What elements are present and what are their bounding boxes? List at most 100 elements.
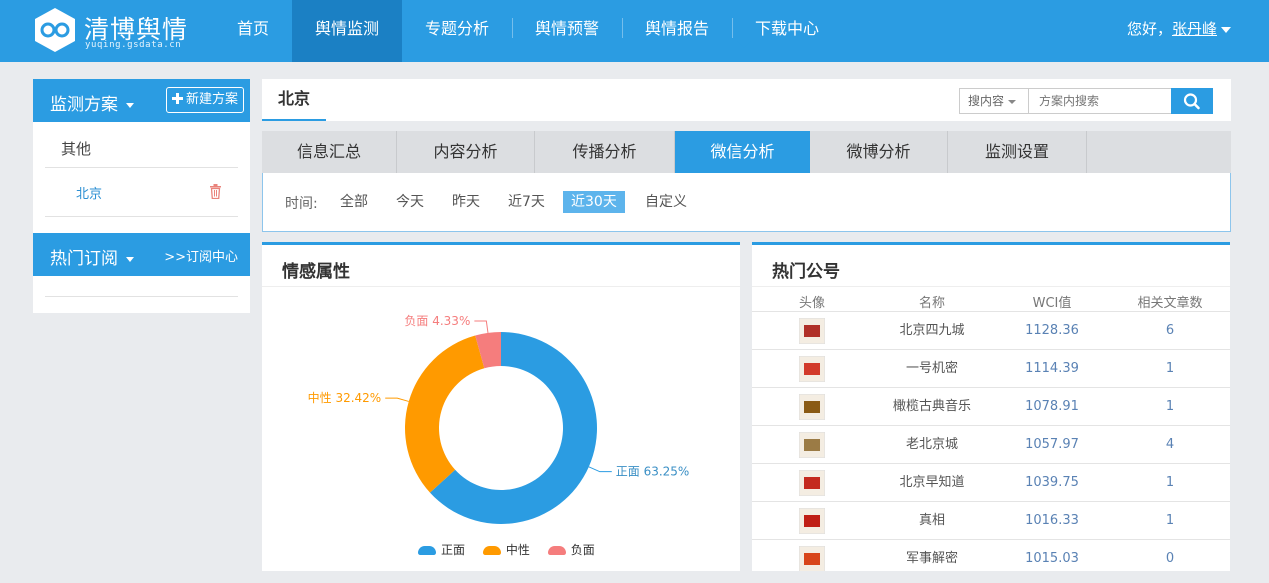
filter-all[interactable]: 全部 (338, 191, 370, 213)
tab-wechat-analysis[interactable]: 微信分析 (675, 131, 810, 173)
account-article-count[interactable]: 6 (1120, 312, 1220, 350)
brand-logo[interactable]: 清博舆情 yuqing.gsdata.cn (32, 7, 192, 55)
label-negative: 负面 4.33% (404, 314, 470, 328)
filter-30days[interactable]: 近30天 (563, 191, 625, 213)
avatar-yihao-jimi-icon[interactable] (799, 356, 825, 382)
chevron-down-icon (1221, 26, 1231, 33)
trash-icon[interactable] (209, 184, 222, 199)
hot-subscribe-list (33, 276, 250, 313)
legend-item-negative[interactable]: 负面 (547, 543, 595, 557)
account-wci: 1039.75 (1025, 475, 1079, 490)
logo-mark-icon (35, 8, 75, 52)
account-wci: 1015.03 (1025, 551, 1079, 566)
monitor-plan-title: 监测方案 (50, 95, 118, 115)
table-row[interactable]: 真相 1016.33 1 (752, 501, 1230, 539)
account-name[interactable]: 老北京城 (882, 426, 982, 464)
table-row[interactable]: 军事解密 1015.03 0 (752, 539, 1230, 571)
column-header-wci: WCI值 (1032, 296, 1072, 311)
account-article-count[interactable]: 1 (1120, 502, 1220, 540)
avatar-beijing-zaozhidao-icon[interactable] (799, 470, 825, 496)
nav-item-home[interactable]: 首页 (214, 0, 292, 62)
slice-neutral[interactable] (405, 335, 485, 493)
table-row[interactable]: 橄榄古典音乐 1078.91 1 (752, 387, 1230, 425)
hot-accounts-panel: 热门公号 头像 名称 WCI值 相关文章数 北京四九城 1128.36 6 一号机密 1… (752, 242, 1230, 571)
avatar-junshi-jiemi-icon[interactable] (799, 546, 825, 571)
account-name[interactable]: 橄榄古典音乐 (882, 388, 982, 426)
nav-item-download[interactable]: 下载中心 (732, 0, 842, 62)
account-name[interactable]: 北京早知道 (882, 464, 982, 502)
account-article-count[interactable]: 0 (1120, 540, 1220, 571)
monitor-plan-header: 监测方案 新建方案 (33, 79, 250, 122)
tab-content-analysis[interactable]: 内容分析 (397, 131, 535, 173)
account-wci: 1057.97 (1025, 437, 1079, 452)
plan-group-label: 其他 (61, 140, 92, 158)
chevron-down-icon (126, 256, 134, 262)
hot-accounts-panel-title: 热门公号 (772, 262, 840, 282)
legend-item-neutral[interactable]: 中性 (482, 543, 530, 557)
filter-7days[interactable]: 近7天 (506, 191, 547, 213)
column-header-name: 名称 (918, 296, 945, 311)
sentiment-donut-chart[interactable]: 正面 63.25% 中性 32.42% 负面 4.33% (262, 289, 740, 529)
table-row[interactable]: 北京早知道 1039.75 1 (752, 463, 1230, 501)
account-name[interactable]: 北京四九城 (882, 312, 982, 350)
divider (262, 286, 740, 287)
account-wci: 1128.36 (1025, 323, 1079, 338)
account-name[interactable]: 一号机密 (882, 350, 982, 388)
legend-swatch-negative (547, 546, 566, 555)
search-input[interactable] (1028, 88, 1172, 114)
search-type-label: 搜内容 (968, 94, 1005, 108)
hot-subscribe-title: 热门订阅 (50, 249, 118, 269)
user-greeting: 您好， (1126, 20, 1172, 38)
chevron-down-icon (126, 102, 134, 108)
tab-summary[interactable]: 信息汇总 (262, 131, 397, 173)
plus-icon (171, 93, 183, 104)
account-article-count[interactable]: 1 (1120, 350, 1220, 388)
nav-item-report[interactable]: 舆情报告 (622, 0, 732, 62)
account-name[interactable]: 真相 (882, 502, 982, 540)
nav-item-topic[interactable]: 专题分析 (402, 0, 512, 62)
subscribe-center-link[interactable]: >>订阅中心 (164, 246, 238, 265)
tab-spread-analysis[interactable]: 传播分析 (535, 131, 675, 173)
nav-item-alert[interactable]: 舆情预警 (512, 0, 622, 62)
plan-item-beijing[interactable]: 北京 (76, 183, 102, 202)
search-type-dropdown[interactable]: 搜内容 (959, 88, 1028, 114)
chart-legend: 正面 中性 负面 (418, 541, 595, 558)
user-menu[interactable]: 您好，张丹峰 (1127, 18, 1231, 39)
tab-monitor-settings[interactable]: 监测设置 (948, 131, 1087, 173)
account-article-count[interactable]: 1 (1120, 388, 1220, 426)
tab-weibo-analysis[interactable]: 微博分析 (810, 131, 948, 173)
avatar-lao-beijing-icon[interactable] (799, 432, 825, 458)
page-title: 北京 (262, 79, 326, 121)
account-article-count[interactable]: 4 (1120, 426, 1220, 464)
account-article-count[interactable]: 1 (1120, 464, 1220, 502)
account-wci: 1016.33 (1025, 513, 1079, 528)
table-row[interactable]: 老北京城 1057.97 4 (752, 425, 1230, 463)
account-name[interactable]: 军事解密 (882, 540, 982, 571)
avatar-ganlan-music-icon[interactable] (799, 394, 825, 420)
divider (752, 286, 1230, 287)
avatar-zhenxiang-icon[interactable] (799, 508, 825, 534)
hot-subscribe-header: 热门订阅 >>订阅中心 (33, 233, 250, 276)
divider (45, 296, 238, 297)
table-row[interactable]: 北京四九城 1128.36 6 (752, 311, 1230, 349)
search-button[interactable] (1171, 88, 1213, 114)
active-tab-pointer (737, 41, 751, 48)
nav-item-monitor[interactable]: 舆情监测 (292, 0, 402, 62)
new-plan-button[interactable]: 新建方案 (165, 87, 244, 113)
filter-yesterday[interactable]: 昨天 (450, 191, 482, 213)
filter-today[interactable]: 今天 (394, 191, 426, 213)
column-header-article-count: 相关文章数 (1137, 296, 1203, 311)
monitor-plan-dropdown[interactable]: 监测方案 (50, 90, 134, 115)
sentiment-panel: 情感属性 正面 63.25% 中性 32.42% 负面 4.33% 正面 中性 负面 (262, 242, 740, 571)
filter-custom[interactable]: 自定义 (643, 191, 689, 213)
leader-line (385, 397, 409, 402)
table-row[interactable]: 一号机密 1114.39 1 (752, 349, 1230, 387)
top-navbar: 清博舆情 yuqing.gsdata.cn 首页 舆情监测 专题分析 舆情预警 … (0, 0, 1269, 62)
legend-label-positive: 正面 (441, 543, 466, 557)
avatar-beijing-sijiucheng-icon[interactable] (799, 318, 825, 344)
monitor-plan-list: 其他 北京 (33, 122, 250, 233)
legend-item-positive[interactable]: 正面 (418, 543, 465, 557)
hot-subscribe-dropdown[interactable]: 热门订阅 (50, 244, 134, 269)
leader-line (474, 320, 489, 333)
analysis-tabs: 信息汇总 内容分析 传播分析 微信分析 微博分析 监测设置 (262, 131, 1231, 173)
